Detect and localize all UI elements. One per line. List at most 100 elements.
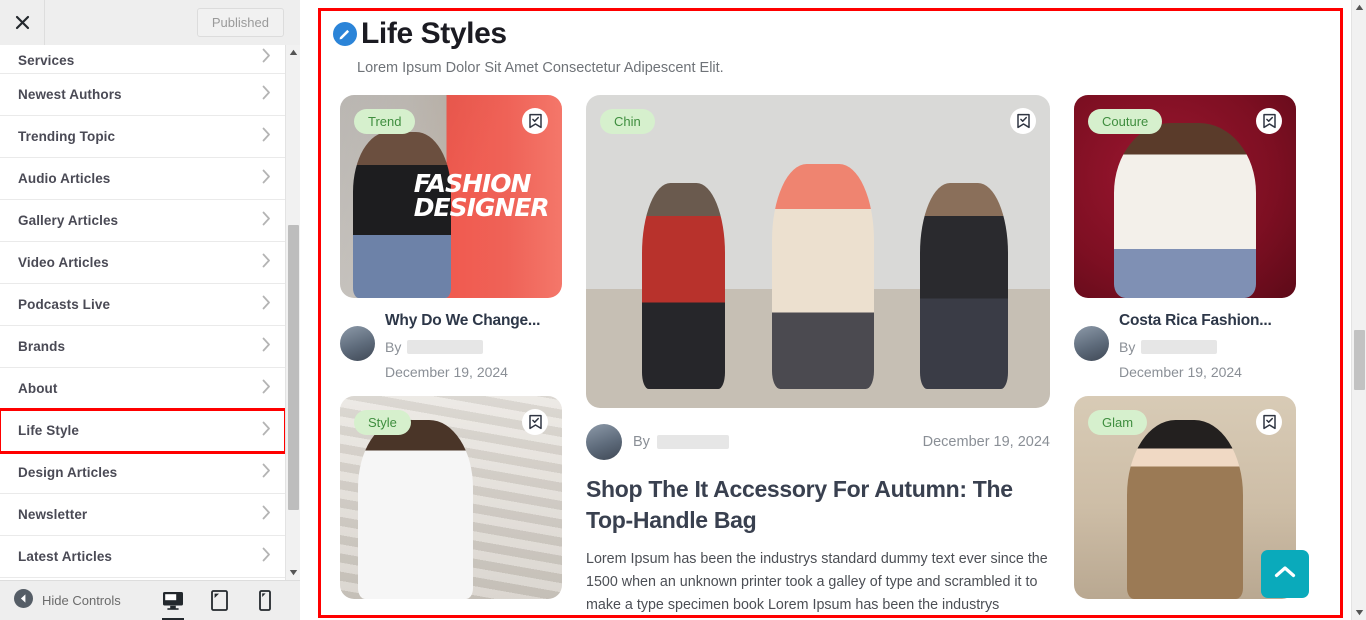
published-button[interactable]: Published xyxy=(196,8,284,37)
pencil-edit-icon[interactable] xyxy=(333,21,357,46)
sidebar-item-services[interactable]: Services xyxy=(0,45,285,74)
customizer-panel: Published Services Newest Authors Trendi… xyxy=(0,0,300,620)
bookmark-check-icon[interactable] xyxy=(1010,108,1036,134)
article-byline: By xyxy=(1119,339,1272,355)
sidebar-item-latest-articles[interactable]: Latest Articles xyxy=(0,536,285,578)
chevron-right-icon xyxy=(262,169,271,189)
category-badge[interactable]: Glam xyxy=(1088,410,1148,435)
mobile-icon[interactable] xyxy=(252,586,278,616)
photo-overlay-text: FASHION DESIGNER xyxy=(413,169,550,222)
panel-footer: Hide Controls xyxy=(0,580,300,620)
category-badge[interactable]: Chin xyxy=(600,109,655,134)
photo-subject xyxy=(1127,420,1243,599)
browser-scrollbar-thumb[interactable] xyxy=(1354,330,1365,390)
photo-subject xyxy=(1113,123,1257,298)
chevron-right-icon xyxy=(262,211,271,231)
page-header: Life Styles Lorem Ipsum Dolor Sit Amet C… xyxy=(333,18,1293,76)
sidebar-item-about[interactable]: About xyxy=(0,368,285,410)
feature-byline: By xyxy=(633,434,729,450)
page-title: Life Styles xyxy=(361,17,507,50)
scroll-down-arrow-icon[interactable] xyxy=(286,565,301,580)
photo-subject xyxy=(920,182,1009,390)
photo-subject xyxy=(771,163,874,390)
sidebar-item-design-articles[interactable]: Design Articles xyxy=(0,452,285,494)
sidebar-item-life-style[interactable]: Life Style xyxy=(0,408,285,454)
sidebar-item-label: Trending Topic xyxy=(18,129,116,144)
article-date: December 19, 2024 xyxy=(385,364,508,380)
sidebar-item-label: Video Articles xyxy=(18,255,109,270)
photo-subject xyxy=(357,420,474,599)
by-label: By xyxy=(1119,339,1136,355)
chevron-right-icon xyxy=(262,337,271,357)
article-date: December 19, 2024 xyxy=(1119,364,1242,380)
site-preview: Life Styles Lorem Ipsum Dolor Sit Amet C… xyxy=(300,0,1351,620)
device-preview-switcher xyxy=(160,586,278,620)
article-card-style[interactable]: Style xyxy=(340,396,562,599)
avatar xyxy=(1074,326,1109,361)
article-meta: Costa Rica Fashion... By December 19, 20… xyxy=(1074,298,1296,380)
bookmark-check-icon[interactable] xyxy=(522,108,548,134)
sidebar-item-label: Life Style xyxy=(18,423,80,438)
category-badge[interactable]: Trend xyxy=(354,109,416,134)
sidebar-item-newest-authors[interactable]: Newest Authors xyxy=(0,74,285,116)
grid-column-right: Couture Costa Rica Fashion... By Decembe… xyxy=(1074,95,1296,620)
chevron-right-icon xyxy=(262,85,271,105)
chevron-right-icon xyxy=(262,379,271,399)
scroll-up-arrow-icon[interactable] xyxy=(1352,0,1366,15)
sidebar-item-label: Newsletter xyxy=(18,507,88,522)
article-card-couture[interactable]: Couture Costa Rica Fashion... By Decembe… xyxy=(1074,95,1296,380)
sidebar-item-gallery-articles[interactable]: Gallery Articles xyxy=(0,200,285,242)
desktop-icon[interactable] xyxy=(160,586,186,620)
grid-column-center: Chin By December 19, 2024 Shop The It Ac… xyxy=(586,95,1050,620)
bookmark-check-icon[interactable] xyxy=(1256,409,1282,435)
feature-date: December 19, 2024 xyxy=(922,434,1050,450)
sidebar-item-label: Brands xyxy=(18,339,66,354)
bookmark-check-icon[interactable] xyxy=(522,409,548,435)
category-badge[interactable]: Couture xyxy=(1088,109,1163,134)
article-grid: FASHION DESIGNER Trend Why Do We Change.… xyxy=(340,95,1310,620)
sidebar-item-label: Latest Articles xyxy=(18,549,113,564)
chevron-up-icon xyxy=(1274,565,1296,584)
sidebar-item-brands[interactable]: Brands xyxy=(0,326,285,368)
article-byline: By xyxy=(385,339,540,355)
grid-column-left: FASHION DESIGNER Trend Why Do We Change.… xyxy=(340,95,562,620)
sidebar-item-label: Newest Authors xyxy=(18,87,122,102)
panel-header: Published xyxy=(0,0,300,45)
hide-controls-button[interactable]: Hide Controls xyxy=(14,588,121,613)
sidebar-item-podcasts-live[interactable]: Podcasts Live xyxy=(0,284,285,326)
article-title[interactable]: Costa Rica Fashion... xyxy=(1119,312,1272,330)
article-thumbnail[interactable]: FASHION DESIGNER Trend xyxy=(340,95,562,298)
feature-title[interactable]: Shop The It Accessory For Autumn: The To… xyxy=(586,474,1050,535)
feature-article-card[interactable]: Chin By December 19, 2024 Shop The It Ac… xyxy=(586,95,1050,620)
browser-scrollbar[interactable] xyxy=(1351,0,1366,620)
article-thumbnail[interactable]: Couture xyxy=(1074,95,1296,298)
sidebar-item-newsletter[interactable]: Newsletter xyxy=(0,494,285,536)
chevron-right-icon xyxy=(262,505,271,525)
sidebar-item-video-articles[interactable]: Video Articles xyxy=(0,242,285,284)
sidebar-item-audio-articles[interactable]: Audio Articles xyxy=(0,158,285,200)
tablet-icon[interactable] xyxy=(206,586,232,616)
scroll-down-arrow-icon[interactable] xyxy=(1352,605,1366,620)
page-title-row: Life Styles xyxy=(333,18,1293,50)
sidebar-item-trending-topic[interactable]: Trending Topic xyxy=(0,116,285,158)
sidebar-scrollbar[interactable] xyxy=(285,45,300,580)
customizer-menu-list: Services Newest Authors Trending Topic A… xyxy=(0,45,285,580)
chevron-right-icon xyxy=(262,547,271,567)
scroll-up-arrow-icon[interactable] xyxy=(286,45,301,60)
hide-controls-label: Hide Controls xyxy=(42,593,121,608)
scroll-to-top-button[interactable] xyxy=(1261,550,1309,598)
sidebar-scrollbar-thumb[interactable] xyxy=(288,225,299,510)
article-thumbnail[interactable]: Style xyxy=(340,396,562,599)
article-meta-text: Why Do We Change... By December 19, 2024 xyxy=(385,312,540,380)
avatar xyxy=(586,424,622,460)
category-badge[interactable]: Style xyxy=(354,410,411,435)
close-icon[interactable] xyxy=(0,0,45,45)
feature-thumbnail[interactable]: Chin xyxy=(586,95,1050,408)
author-name-redacted xyxy=(1141,340,1218,354)
chevron-right-icon xyxy=(262,421,271,441)
article-card-trend[interactable]: FASHION DESIGNER Trend Why Do We Change.… xyxy=(340,95,562,380)
bookmark-check-icon[interactable] xyxy=(1256,108,1282,134)
article-title[interactable]: Why Do We Change... xyxy=(385,312,540,330)
three-people-street-style-photo xyxy=(586,95,1050,408)
article-meta: Why Do We Change... By December 19, 2024 xyxy=(340,298,562,380)
